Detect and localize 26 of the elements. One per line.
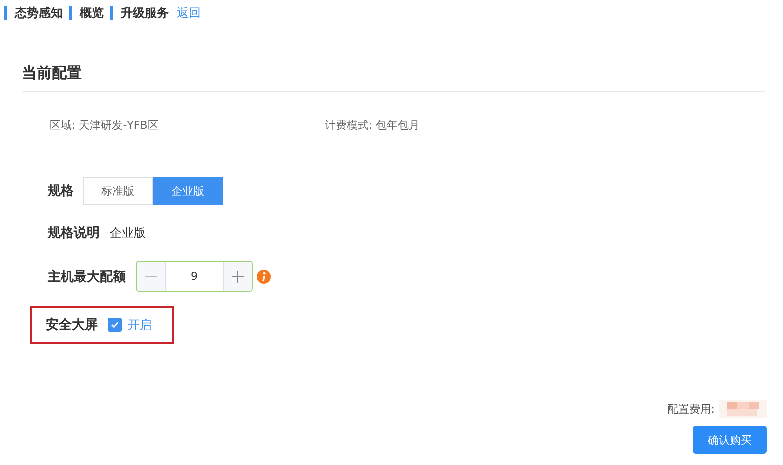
accent-bar [110, 6, 113, 20]
field-label: 主机最大配额 [48, 268, 126, 286]
purchase-button[interactable]: 确认购买 [693, 426, 767, 454]
field-label: 规格说明 [48, 225, 100, 242]
field-value: 企业版 [110, 224, 146, 242]
redacted-price [719, 400, 767, 418]
accent-bar [4, 6, 7, 20]
section-title: 当前配置 [22, 64, 765, 92]
field-label: 规格 [48, 183, 75, 200]
info-text: 计费模式: 包年包月 [325, 118, 420, 133]
back-link[interactable]: 返回 [177, 4, 201, 22]
field-label: 安全大屏 [46, 316, 98, 334]
breadcrumb-item[interactable]: 态势感知 [15, 4, 63, 22]
increment-button[interactable] [224, 262, 252, 291]
checkbox-label[interactable]: 开启 [128, 316, 152, 334]
edition-option[interactable]: 标准版 [83, 177, 153, 205]
edition-option[interactable]: 企业版 [153, 177, 223, 205]
breadcrumb-item[interactable]: 概览 [80, 4, 104, 22]
breadcrumb-item[interactable]: 升级服务 [121, 4, 169, 22]
check-icon [110, 320, 120, 330]
checkbox[interactable] [108, 318, 122, 332]
info-text: 区域: 天津研发-YFB区 [50, 118, 160, 133]
accent-bar [69, 6, 72, 20]
info-icon[interactable] [257, 270, 271, 284]
plus-icon [232, 270, 244, 282]
fee-label: 配置费用: [667, 402, 715, 416]
